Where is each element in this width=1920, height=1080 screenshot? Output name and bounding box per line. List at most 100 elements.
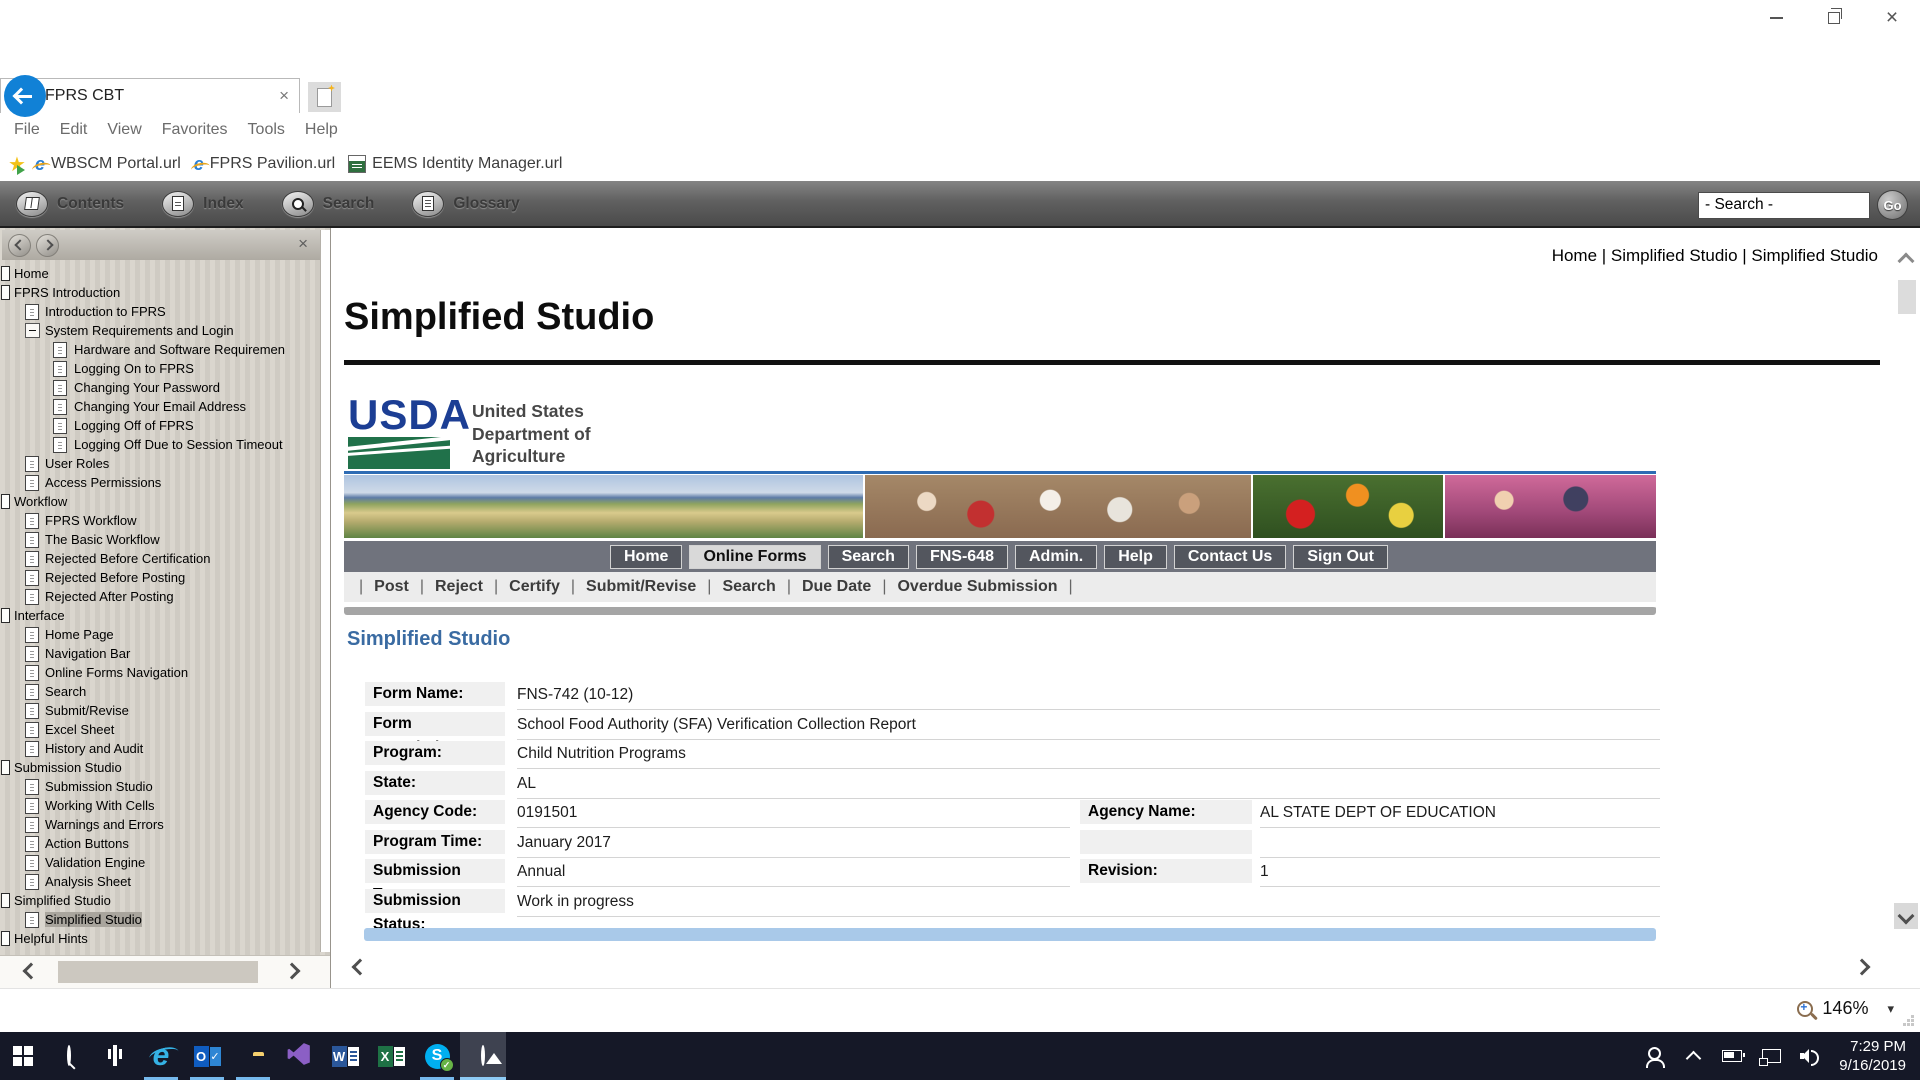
minimize-icon[interactable] [1768, 10, 1784, 26]
sidebar-vertical-scrollbar[interactable] [320, 230, 330, 952]
action-link-search[interactable]: Search [722, 578, 775, 596]
nav-button-online-forms[interactable]: Online Forms [689, 545, 820, 569]
taskbar-visual-studio-button[interactable] [276, 1032, 322, 1080]
tree-item-changing-your-email-address[interactable]: Changing Your Email Address [0, 397, 320, 416]
nav-button-admin[interactable]: Admin. [1015, 545, 1097, 569]
help-toolbar-contents-button[interactable]: Contents [16, 191, 124, 217]
chevron-up-icon[interactable] [1683, 1046, 1703, 1066]
tree-item-search[interactable]: Search [0, 682, 320, 701]
sidebar-horizontal-scrollbar[interactable] [0, 955, 330, 988]
help-search-input[interactable] [1698, 192, 1870, 219]
taskbar-internet-explorer-button[interactable]: e [138, 1032, 184, 1080]
tree-item-simplified-studio[interactable]: Simplified Studio [0, 891, 320, 910]
new-tab-button[interactable] [308, 82, 341, 112]
tree-item-rejected-before-certification[interactable]: Rejected Before Certification [0, 549, 320, 568]
tree-item-logging-on-to-fprs[interactable]: Logging On to FPRS [0, 359, 320, 378]
tree-item-access-permissions[interactable]: Access Permissions [0, 473, 320, 492]
restore-icon[interactable] [1826, 10, 1842, 26]
tree-item-workflow[interactable]: Workflow [0, 492, 320, 511]
action-link-submit-revise[interactable]: Submit/Revise [586, 578, 696, 596]
favorites-item-fprs-pavilion-url[interactable]: eFPRS Pavilion.url [194, 155, 335, 173]
taskbar-start-button[interactable] [0, 1032, 46, 1080]
tree-item-online-forms-navigation[interactable]: Online Forms Navigation [0, 663, 320, 682]
scroll-right-icon[interactable] [1854, 959, 1871, 976]
taskbar-word-button[interactable]: W [322, 1032, 368, 1080]
resize-grip[interactable] [1911, 1023, 1914, 1026]
tree-item-rejected-before-posting[interactable]: Rejected Before Posting [0, 568, 320, 587]
tree-item-interface[interactable]: Interface [0, 606, 320, 625]
scrollbar-thumb[interactable] [58, 961, 258, 983]
tree-item-logging-off-of-fprs[interactable]: Logging Off of FPRS [0, 416, 320, 435]
action-link-overdue-submission[interactable]: Overdue Submission [897, 578, 1057, 596]
tree-item-home-page[interactable]: Home Page [0, 625, 320, 644]
tree-item-helpful-hints[interactable]: Helpful Hints [0, 929, 320, 948]
taskbar-search-button[interactable] [46, 1032, 92, 1080]
tree-item-changing-your-password[interactable]: Changing Your Password [0, 378, 320, 397]
favorites-item-eems-identity-manager-url[interactable]: EEMS Identity Manager.url [348, 155, 562, 173]
scrollbar-thumb[interactable] [1898, 280, 1916, 314]
tree-item-rejected-after-posting[interactable]: Rejected After Posting [0, 587, 320, 606]
favorites-add-star-icon[interactable]: ★ [8, 152, 26, 177]
action-link-certify[interactable]: Certify [509, 578, 560, 596]
menu-view[interactable]: View [97, 121, 151, 139]
tree-item-validation-engine[interactable]: Validation Engine [0, 853, 320, 872]
close-icon[interactable]: × [1884, 10, 1900, 26]
pane-forward-button[interactable] [36, 234, 59, 257]
tree-item-home[interactable]: Home [0, 264, 320, 283]
network-icon[interactable] [1761, 1046, 1781, 1066]
taskbar-outlook-button[interactable]: O✓ [184, 1032, 230, 1080]
tree-item-navigation-bar[interactable]: Navigation Bar [0, 644, 320, 663]
tree-item-fprs-introduction[interactable]: FPRS Introduction [0, 283, 320, 302]
nav-button-sign-out[interactable]: Sign Out [1293, 545, 1388, 569]
tree-item-user-roles[interactable]: User Roles [0, 454, 320, 473]
action-link-due-date[interactable]: Due Date [802, 578, 871, 596]
tree-item-logging-off-due-to-session-timeout[interactable]: Logging Off Due to Session Timeout [0, 435, 320, 454]
nav-button-contact-us[interactable]: Contact Us [1174, 545, 1286, 569]
tree-item-hardware-and-software-requiremen[interactable]: Hardware and Software Requiremen [0, 340, 320, 359]
nav-button-help[interactable]: Help [1104, 545, 1167, 569]
nav-button-fns-648[interactable]: FNS-648 [916, 545, 1008, 569]
tree-item-warnings-and-errors[interactable]: Warnings and Errors [0, 815, 320, 834]
tree-item-submit-revise[interactable]: Submit/Revise [0, 701, 320, 720]
menu-file[interactable]: File [4, 121, 50, 139]
menu-favorites[interactable]: Favorites [152, 121, 238, 139]
tree-item-excel-sheet[interactable]: Excel Sheet [0, 720, 320, 739]
people-icon[interactable] [1644, 1046, 1664, 1066]
nav-button-search[interactable]: Search [828, 545, 909, 569]
menu-edit[interactable]: Edit [50, 121, 98, 139]
tree-item-system-requirements-and-login[interactable]: System Requirements and Login [0, 321, 320, 340]
favorites-item-wbscm-portal-url[interactable]: eWBSCM Portal.url [35, 155, 181, 173]
tree-item-fprs-workflow[interactable]: FPRS Workflow [0, 511, 320, 530]
tree-item-history-and-audit[interactable]: History and Audit [0, 739, 320, 758]
scroll-right-icon[interactable] [284, 963, 301, 980]
tree-item-simplified-studio[interactable]: Simplified Studio [0, 910, 320, 929]
tree-item-analysis-sheet[interactable]: Analysis Sheet [0, 872, 320, 891]
help-toolbar-index-button[interactable]: Index [162, 191, 243, 217]
action-link-reject[interactable]: Reject [435, 578, 483, 596]
taskbar-excel-button[interactable]: X [368, 1032, 414, 1080]
tree-item-action-buttons[interactable]: Action Buttons [0, 834, 320, 853]
scroll-left-icon[interactable] [23, 963, 40, 980]
taskbar-skype-button[interactable]: S [414, 1032, 460, 1080]
breadcrumb[interactable]: Home | Simplified Studio | Simplified St… [1552, 246, 1878, 266]
menu-help[interactable]: Help [295, 121, 348, 139]
tree-item-working-with-cells[interactable]: Working With Cells [0, 796, 320, 815]
inner-horizontal-scrollbar[interactable] [364, 928, 1656, 941]
dropdown-caret-icon[interactable]: ▾ [1887, 1001, 1894, 1017]
scroll-up-icon[interactable] [1900, 254, 1912, 272]
scroll-left-icon[interactable] [352, 959, 369, 976]
help-toolbar-glossary-button[interactable]: Glossary [412, 191, 519, 217]
battery-icon[interactable] [1722, 1046, 1742, 1066]
scroll-down-button[interactable] [1894, 903, 1918, 929]
taskbar-task-view-button[interactable] [92, 1032, 138, 1080]
menu-tools[interactable]: Tools [238, 121, 295, 139]
tree-item-the-basic-workflow[interactable]: The Basic Workflow [0, 530, 320, 549]
zoom-control[interactable]: 146% ▾ [1797, 998, 1894, 1019]
nav-button-home[interactable]: Home [610, 545, 682, 569]
back-button[interactable] [4, 75, 46, 117]
tab-close-icon[interactable]: × [279, 86, 289, 106]
tree-item-introduction-to-fprs[interactable]: Introduction to FPRS [0, 302, 320, 321]
tree-item-submission-studio[interactable]: Submission Studio [0, 777, 320, 796]
taskbar-clock[interactable]: 7:29 PM 9/16/2019 [1839, 1037, 1906, 1075]
action-link-post[interactable]: Post [374, 578, 409, 596]
